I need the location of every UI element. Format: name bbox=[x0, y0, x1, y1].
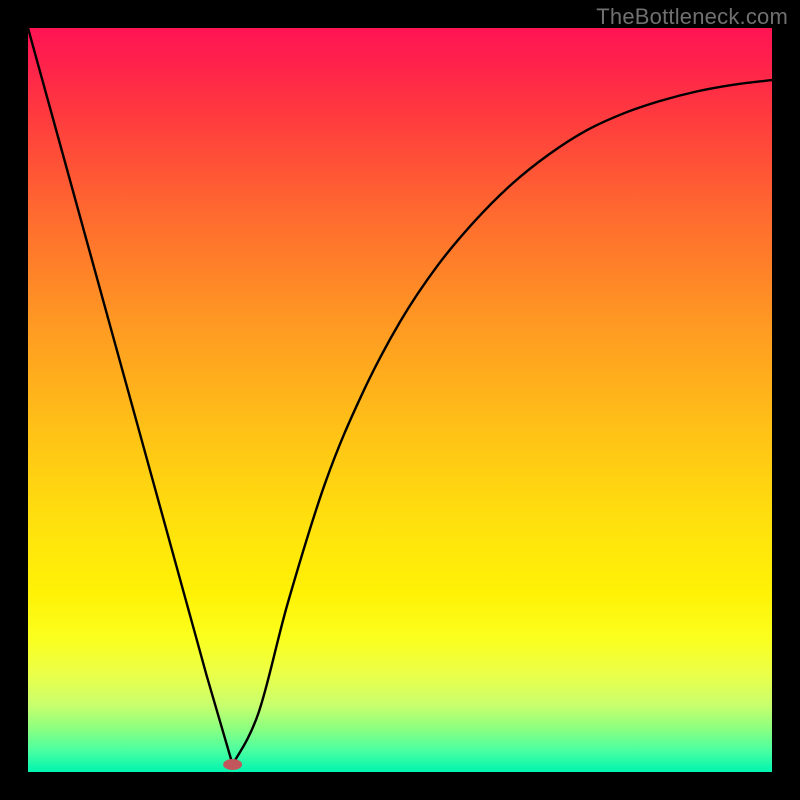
watermark-text: TheBottleneck.com bbox=[596, 4, 788, 30]
bottleneck-curve bbox=[28, 28, 772, 765]
curve-layer bbox=[28, 28, 772, 772]
minimum-marker bbox=[224, 760, 242, 770]
chart-frame: TheBottleneck.com bbox=[0, 0, 800, 800]
plot-area bbox=[28, 28, 772, 772]
